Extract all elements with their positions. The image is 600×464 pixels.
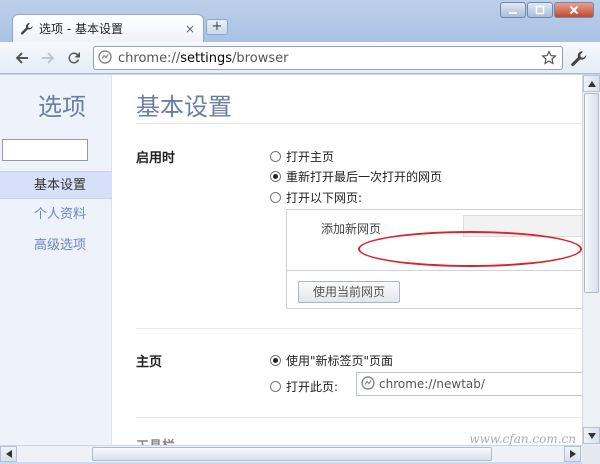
vertical-scroll-thumb[interactable]	[584, 93, 599, 293]
startup-section-label: 启用时	[136, 151, 176, 166]
settings-main: 基本设置 启用时 打开主页 重新打开最后一次打开的网页 打开以下网页: 添加新网…	[112, 75, 582, 445]
homepage-option-newtab[interactable]: 使用"新标签页"页面	[270, 352, 393, 369]
vertical-scrollbar[interactable]	[582, 75, 600, 445]
forward-arrow-icon	[42, 52, 55, 64]
settings-menu-button[interactable]	[568, 48, 590, 70]
radio-button[interactable]	[270, 151, 281, 162]
next-section-label: 工具栏	[136, 435, 175, 445]
sidebar: 选项 基本设置 个人资料 高级选项	[0, 75, 112, 445]
add-page-label: 添加新网页	[321, 222, 382, 236]
watermark: www.cfan.com.cn	[469, 432, 576, 446]
divider	[136, 417, 582, 418]
url-host: settings	[180, 50, 233, 66]
address-bar[interactable]: chrome://settings/browser	[93, 46, 563, 70]
scroll-up-button[interactable]	[583, 75, 600, 92]
sidebar-item-advanced[interactable]: 高级选项	[0, 232, 112, 260]
forward-button[interactable]	[36, 46, 60, 70]
radio-button[interactable]	[270, 192, 281, 203]
divider	[136, 328, 582, 329]
startup-option-homepage[interactable]: 打开主页	[270, 148, 334, 165]
homepage-url-input[interactable]: chrome://newtab/	[356, 372, 582, 396]
option-label: 使用"新标签页"页面	[286, 354, 394, 368]
option-label: 打开以下网页:	[286, 191, 363, 205]
close-window-button[interactable]	[554, 2, 594, 18]
wrench-icon	[571, 51, 587, 67]
radio-button-selected[interactable]	[270, 171, 281, 182]
startup-pages-list: 添加新网页	[286, 209, 582, 271]
page-icon	[98, 49, 112, 67]
close-icon	[569, 5, 579, 15]
tab-title: 选项 - 基本设置	[39, 22, 123, 36]
minimize-button[interactable]	[500, 2, 526, 18]
horizontal-scrollbar[interactable]	[0, 445, 582, 462]
radio-button-selected[interactable]	[270, 355, 281, 366]
startup-option-open-pages[interactable]: 打开以下网页:	[270, 189, 362, 206]
wrench-icon	[19, 21, 35, 37]
arrow-right-icon	[569, 450, 576, 458]
homepage-option-open-page[interactable]: 打开此页:	[270, 378, 338, 395]
option-label: 重新打开最后一次打开的网页	[286, 170, 443, 184]
reload-button[interactable]	[62, 46, 86, 70]
reload-icon	[68, 52, 80, 64]
page-icon	[361, 375, 375, 393]
option-label: 打开此页:	[286, 380, 339, 394]
startup-option-restore[interactable]: 重新打开最后一次打开的网页	[270, 168, 442, 185]
arrow-down-icon	[587, 432, 596, 439]
minimize-icon	[509, 12, 517, 14]
bookmark-star-icon[interactable]	[540, 49, 558, 67]
url-path: /browser	[232, 50, 289, 66]
toolbar: chrome://settings/browser	[0, 42, 600, 74]
back-button[interactable]	[10, 46, 34, 70]
browser-window: 选项 - 基本设置 × + chrome://settings/browser …	[0, 0, 600, 464]
maximize-button[interactable]	[527, 2, 553, 18]
homepage-url-value: chrome://newtab/	[379, 377, 485, 391]
sidebar-item-personal[interactable]: 个人资料	[0, 201, 112, 229]
use-current-pages-button[interactable]: 使用当前网页	[298, 281, 400, 303]
scroll-right-button[interactable]	[564, 446, 581, 462]
scroll-left-button[interactable]	[0, 446, 17, 462]
horizontal-scroll-thumb[interactable]	[92, 447, 492, 461]
arrow-up-icon	[587, 80, 596, 87]
settings-search-input[interactable]	[2, 139, 88, 161]
add-page-input[interactable]	[463, 215, 582, 237]
close-tab-icon[interactable]: ×	[183, 22, 197, 36]
divider	[136, 123, 582, 124]
option-label: 打开主页	[286, 150, 335, 164]
title-bar: 选项 - 基本设置 × +	[0, 0, 600, 42]
back-arrow-icon	[15, 52, 28, 64]
new-tab-button[interactable]: +	[206, 19, 228, 35]
url-scheme: chrome://	[118, 50, 181, 66]
homepage-section-label: 主页	[136, 355, 163, 370]
sidebar-heading: 选项	[38, 93, 86, 121]
page-title: 基本设置	[136, 93, 232, 121]
sidebar-item-basic[interactable]: 基本设置	[0, 171, 112, 199]
scrollbar-corner	[582, 445, 600, 464]
address-url: chrome://settings/browser	[118, 51, 540, 66]
scroll-down-button[interactable]	[583, 427, 600, 444]
settings-page: 选项 基本设置 个人资料 高级选项 基本设置 启用时 打开主页 重新打开最后一次…	[0, 75, 582, 445]
window-controls	[500, 2, 594, 18]
arrow-left-icon	[5, 450, 12, 458]
maximize-icon	[535, 5, 545, 15]
tab-settings[interactable]: 选项 - 基本设置 ×	[12, 14, 204, 42]
radio-button[interactable]	[270, 381, 281, 392]
